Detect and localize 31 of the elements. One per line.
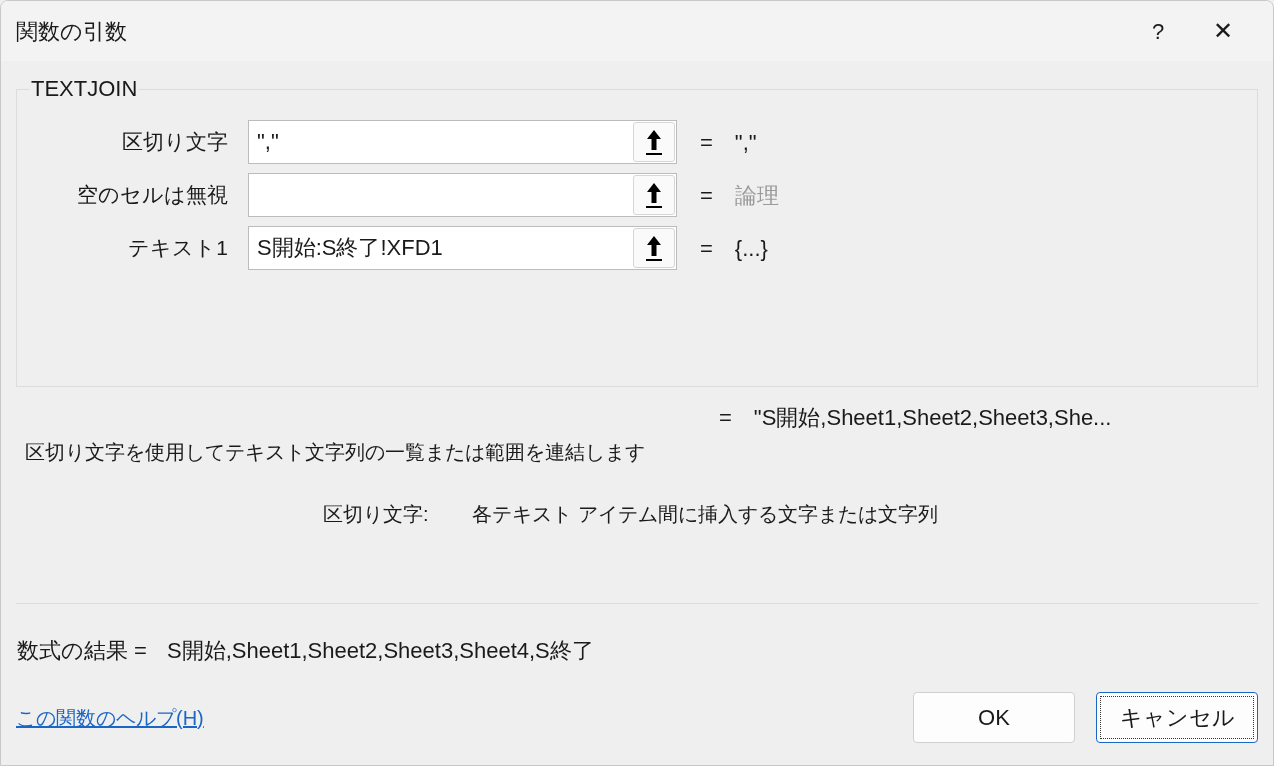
collapse-button[interactable] — [633, 228, 675, 268]
equals-sign: = — [719, 403, 732, 432]
collapse-button[interactable] — [633, 122, 675, 162]
up-arrow-icon — [645, 128, 663, 156]
function-description: 区切り文字を使用してテキスト文字列の一覧または範囲を連結します — [25, 440, 646, 465]
type-hint: 論理 — [734, 181, 779, 210]
argument-label: 区切り文字 — [121, 129, 229, 156]
dialog-button[interactable]: OK — [913, 692, 1075, 743]
up-arrow-icon — [645, 181, 663, 209]
argument-help-label: 区切り文字: — [323, 502, 430, 527]
help-button[interactable]: ? — [1128, 1, 1188, 61]
up-arrow-icon — [645, 234, 663, 262]
argument-field[interactable]: S開始:S終了!XFD1 — [248, 226, 677, 270]
argument-label: 空のセルは無視 — [76, 182, 229, 209]
argument-result: {...} — [734, 234, 768, 263]
equals-sign: = — [700, 181, 713, 210]
argument-field[interactable] — [248, 173, 677, 217]
function-result: "S開始,Sheet1,Sheet2,Sheet3,She... — [753, 403, 1112, 432]
argument-label: テキスト1 — [127, 235, 229, 262]
window-title: 関数の引数 — [16, 17, 128, 46]
collapse-button[interactable] — [633, 175, 675, 215]
formula-result: S開始,Sheet1,Sheet2,Sheet3,Sheet4,S終了 — [166, 637, 594, 665]
help-link[interactable]: この関数のヘルプ(H) — [16, 702, 892, 733]
equals-sign: = — [700, 234, 713, 263]
argument-result: "," — [734, 128, 757, 157]
formula-result-label: 数式の結果 = — [17, 637, 147, 665]
argument-help-text: 各テキスト アイテム間に挿入する文字または文字列 — [472, 502, 938, 527]
argument-field[interactable]: "," — [248, 120, 677, 164]
close-button[interactable]: ✕ — [1188, 1, 1258, 61]
dialog-button[interactable]: キャンセル — [1096, 692, 1258, 743]
equals-sign: = — [700, 128, 713, 157]
